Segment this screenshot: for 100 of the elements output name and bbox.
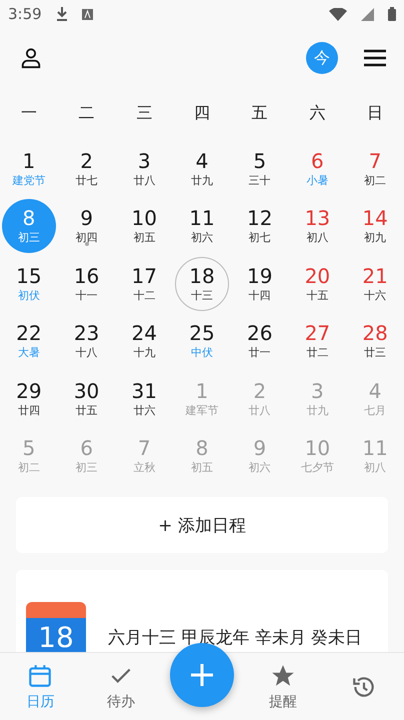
lunar-date: 廿七 bbox=[76, 172, 98, 189]
day-number: 4 bbox=[368, 378, 382, 403]
lunar-date: 初四 bbox=[76, 230, 98, 246]
day-number: 17 bbox=[132, 264, 157, 288]
day-cell[interactable]: 30 廿五 bbox=[60, 372, 114, 426]
day-number: 13 bbox=[304, 206, 330, 230]
signal-icon bbox=[361, 8, 374, 20]
menu-icon[interactable] bbox=[364, 49, 386, 67]
lunar-date: 十九 bbox=[133, 345, 156, 362]
day-number: 23 bbox=[74, 321, 100, 346]
day-number: 9 bbox=[253, 436, 266, 460]
add-schedule-button[interactable]: + 添加日程 bbox=[16, 497, 388, 553]
day-cell[interactable]: 6 小暑 bbox=[290, 142, 344, 196]
day-number: 11 bbox=[189, 206, 215, 230]
lunar-date: 十六 bbox=[364, 288, 386, 304]
lunar-date: 廿九 bbox=[190, 172, 213, 189]
day-cell[interactable]: 22 大暑 bbox=[2, 314, 56, 368]
day-number: 6 bbox=[80, 436, 93, 460]
notification-icon bbox=[82, 8, 93, 20]
day-cell[interactable]: 2 廿七 bbox=[60, 142, 114, 196]
day-cell[interactable]: 12 初七 bbox=[232, 199, 287, 254]
day-cell[interactable]: 9 初四 bbox=[60, 199, 114, 254]
day-cell[interactable]: 27 廿二 bbox=[290, 314, 344, 368]
battery-icon bbox=[388, 7, 396, 21]
day-number: 8 bbox=[196, 436, 208, 460]
lunar-date: 建军节 bbox=[185, 402, 218, 419]
day-cell[interactable]: 26 廿一 bbox=[232, 314, 287, 368]
lunar-date: 十五 bbox=[306, 288, 328, 304]
day-number: 21 bbox=[362, 264, 388, 288]
day-number: 3 bbox=[311, 378, 324, 403]
weekday-label: 五 bbox=[250, 102, 269, 124]
day-cell[interactable]: 13 初八 bbox=[290, 199, 344, 254]
day-cell[interactable]: 28 廿三 bbox=[348, 314, 402, 368]
lunar-date: 十八 bbox=[76, 345, 98, 362]
day-cell[interactable]: 23 十八 bbox=[60, 314, 114, 368]
day-number: 1 bbox=[196, 378, 208, 403]
day-number: 5 bbox=[22, 436, 36, 460]
lunar-date: 廿五 bbox=[76, 402, 98, 419]
day-cell[interactable]: 14 初九 bbox=[348, 199, 402, 254]
day-cell[interactable]: 7 初二 bbox=[348, 142, 402, 196]
day-number: 24 bbox=[132, 321, 157, 346]
lunar-date: 建党节 bbox=[12, 172, 46, 189]
day-number: 4 bbox=[196, 148, 208, 173]
lunar-date: 七夕节 bbox=[300, 460, 334, 476]
day-number: 2 bbox=[253, 378, 266, 403]
day-cell[interactable]: 29 廿四 bbox=[2, 372, 56, 426]
lunar-date: 初三 bbox=[18, 230, 40, 246]
day-number: 1 bbox=[22, 148, 36, 173]
day-cell[interactable]: 21 十六 bbox=[348, 256, 402, 311]
day-cell[interactable]: 5 三十 bbox=[232, 142, 287, 196]
lunar-date: 十一 bbox=[76, 288, 98, 304]
profile-icon[interactable] bbox=[20, 47, 42, 69]
day-cell[interactable]: 18 十三 bbox=[174, 256, 229, 311]
day-cell[interactable]: 15 初伏 bbox=[2, 256, 56, 311]
lunar-date: 初八 bbox=[364, 460, 386, 476]
weekday-label: 三 bbox=[135, 102, 154, 124]
calendar-icon bbox=[27, 662, 54, 688]
lunar-date: 初七 bbox=[248, 230, 271, 246]
lunar-date: 廿二 bbox=[306, 345, 328, 362]
day-cell[interactable]: 25 中伏 bbox=[174, 314, 229, 368]
day-cell[interactable]: 31 廿六 bbox=[117, 372, 172, 426]
lunar-date: 十三 bbox=[190, 288, 213, 304]
nav-tab[interactable]: 提醒 bbox=[242, 653, 324, 720]
wifi-icon bbox=[329, 8, 347, 20]
lunar-date: 初六 bbox=[190, 230, 213, 246]
day-cell[interactable]: 16 十一 bbox=[60, 256, 114, 311]
day-cell[interactable]: 3 廿八 bbox=[117, 142, 172, 196]
day-cell[interactable]: 10 初五 bbox=[117, 199, 172, 254]
day-number: 20 bbox=[304, 264, 330, 288]
day-number: 7 bbox=[368, 148, 382, 173]
lunar-date: 小暑 bbox=[306, 172, 328, 189]
day-cell[interactable]: 19 十四 bbox=[232, 256, 287, 311]
weekday-label: 二 bbox=[78, 102, 96, 124]
day-number: 9 bbox=[80, 206, 93, 230]
day-number: 10 bbox=[132, 206, 157, 230]
day-cell[interactable]: 4 廿九 bbox=[174, 142, 229, 196]
lunar-date: 廿八 bbox=[248, 402, 271, 419]
lunar-date: 十四 bbox=[248, 288, 271, 304]
lunar-date: 廿三 bbox=[364, 345, 386, 362]
day-cell[interactable]: 1 建党节 bbox=[2, 142, 56, 196]
day-number: 5 bbox=[253, 148, 266, 173]
day-number: 25 bbox=[189, 321, 215, 346]
day-cell[interactable]: 17 十二 bbox=[117, 256, 172, 311]
weekday-label: 六 bbox=[308, 102, 326, 124]
day-cell[interactable]: 20 十五 bbox=[290, 256, 344, 311]
lunar-date: 七月 bbox=[364, 402, 386, 419]
day-number: 14 bbox=[362, 206, 388, 230]
day-number: 28 bbox=[362, 321, 388, 346]
day-cell[interactable]: 11 初六 bbox=[174, 199, 229, 254]
lunar-date: 初八 bbox=[306, 230, 328, 246]
day-number: 7 bbox=[138, 436, 151, 460]
lunar-date: 初二 bbox=[364, 172, 386, 189]
day-number: 6 bbox=[311, 148, 324, 173]
day-number: 26 bbox=[246, 321, 272, 346]
day-cell[interactable]: 24 十九 bbox=[117, 314, 172, 368]
day-number: 15 bbox=[16, 264, 42, 288]
lunar-date: 初九 bbox=[364, 230, 386, 246]
day-number: 18 bbox=[189, 264, 215, 288]
lunar-date: 三十 bbox=[248, 172, 271, 189]
lunar-date: 初伏 bbox=[18, 288, 40, 304]
